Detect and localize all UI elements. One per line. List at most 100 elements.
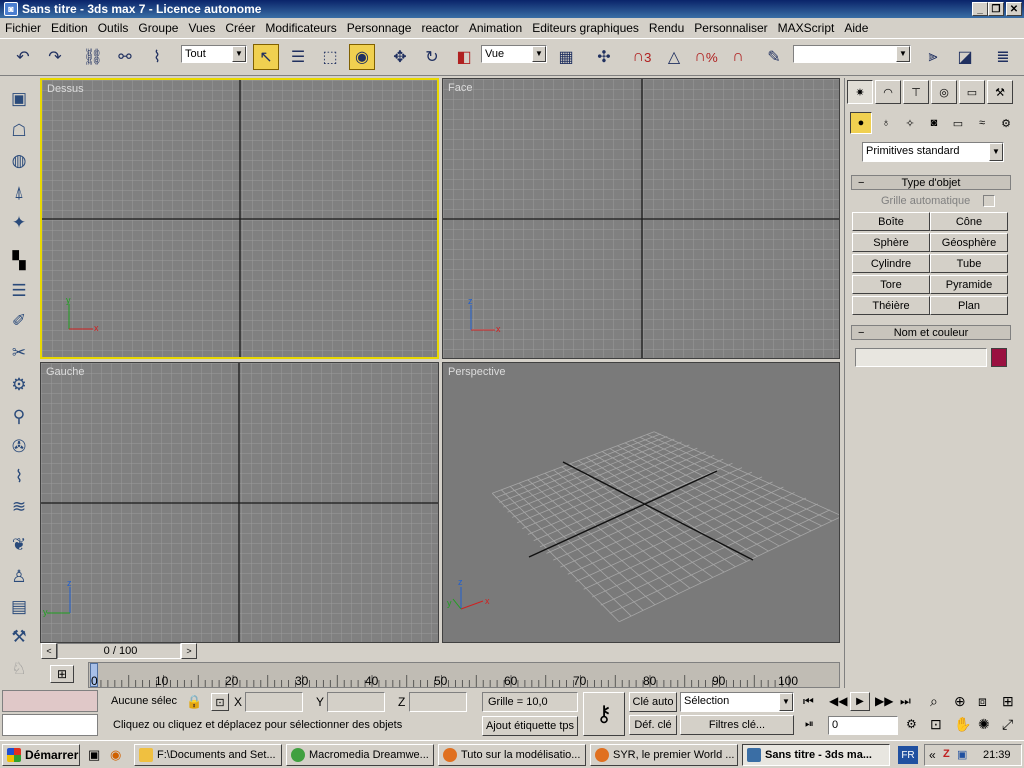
- link-icon[interactable]: ⛓: [80, 44, 106, 70]
- scale-icon[interactable]: ◧: [451, 44, 477, 70]
- menu-aide[interactable]: Aide: [839, 21, 873, 35]
- named-selection-dropdown[interactable]: ▼: [793, 45, 911, 63]
- selection-filter-dropdown[interactable]: Tout ▼: [181, 45, 247, 63]
- show-desktop-icon[interactable]: ▣: [88, 747, 100, 763]
- key-mode-toggle-icon[interactable]: ⏯: [805, 718, 814, 731]
- menu-fichier[interactable]: Fichier: [0, 21, 46, 35]
- cameras-icon[interactable]: ◙: [923, 112, 945, 134]
- viewport-top-label[interactable]: Dessus: [47, 83, 84, 95]
- create-boxes-icon[interactable]: ▣: [6, 86, 32, 112]
- fan-icon[interactable]: ✇: [6, 434, 32, 460]
- unlink-icon[interactable]: ⚯: [112, 44, 138, 70]
- menu-animation[interactable]: Animation: [464, 21, 527, 35]
- align-icon[interactable]: ◪: [952, 44, 978, 70]
- bend-icon[interactable]: ⌇: [6, 464, 32, 490]
- bone-icon[interactable]: ⚒: [6, 624, 32, 650]
- cone-button[interactable]: Cône: [930, 212, 1008, 231]
- menu-vues[interactable]: Vues: [183, 21, 220, 35]
- maxscript-listener-pink[interactable]: [2, 690, 98, 712]
- window-crossing-icon[interactable]: ◉: [349, 44, 375, 70]
- edit-named-selection-icon[interactable]: ✎: [761, 44, 787, 70]
- zonealarm-icon[interactable]: Z: [943, 748, 950, 760]
- select-object-icon[interactable]: ↖: [253, 44, 279, 70]
- autogrid-checkbox[interactable]: [983, 195, 995, 207]
- firefox-quicklaunch-icon[interactable]: ◉: [110, 747, 121, 763]
- time-config-icon[interactable]: ⚙: [906, 717, 917, 731]
- geosphere-button[interactable]: Géosphère: [930, 233, 1008, 252]
- maximize-button[interactable]: ❐: [988, 2, 1004, 16]
- sphere-icon[interactable]: ◍: [6, 148, 32, 174]
- menu-creer[interactable]: Créer: [220, 21, 260, 35]
- panel-icon[interactable]: ▤: [6, 594, 32, 620]
- absolute-mode-icon[interactable]: ⊡: [211, 693, 229, 711]
- star-icon[interactable]: ✦: [6, 210, 32, 236]
- key-filters-button[interactable]: Filtres clé...: [680, 715, 794, 735]
- redo-icon[interactable]: ↷: [42, 44, 68, 70]
- field-of-view-icon[interactable]: ⊡: [930, 716, 942, 733]
- reference-coordinate-dropdown[interactable]: Vue ▼: [481, 45, 547, 63]
- zoom-extents-all-icon[interactable]: ⊞: [1002, 693, 1014, 710]
- go-to-start-icon[interactable]: ⏮: [803, 694, 814, 709]
- utilities-tab-icon[interactable]: ⚒: [987, 80, 1013, 104]
- wrench-icon[interactable]: ✂: [6, 340, 32, 366]
- snap-toggle-icon[interactable]: ∩ 3: [629, 44, 655, 70]
- menu-personnaliser[interactable]: Personnaliser: [689, 21, 772, 35]
- zoom-icon[interactable]: ⌕: [930, 693, 938, 710]
- zoom-extents-icon[interactable]: ⧈: [978, 693, 987, 710]
- key-mode-dropdown[interactable]: Sélection ▼: [680, 692, 794, 712]
- menu-outils[interactable]: Outils: [93, 21, 134, 35]
- task-dreamweaver[interactable]: Macromedia Dreamwe...: [286, 744, 434, 766]
- hierarchy-tab-icon[interactable]: ⊤: [903, 80, 929, 104]
- maxscript-listener-white[interactable]: [2, 714, 98, 736]
- menu-rendu[interactable]: Rendu: [644, 21, 689, 35]
- shirt-icon[interactable]: ☖: [6, 118, 32, 144]
- arc-rotate-icon[interactable]: ✺: [978, 716, 990, 733]
- rotate-icon[interactable]: ↻: [419, 44, 445, 70]
- start-button[interactable]: Démarrer: [2, 744, 80, 766]
- auto-key-button[interactable]: Clé auto: [629, 692, 677, 712]
- menu-maxscript[interactable]: MAXScript: [773, 21, 840, 35]
- task-firefox-tuto[interactable]: Tuto sur la modélisatio...: [438, 744, 586, 766]
- prev-frame-button[interactable]: <: [41, 643, 57, 659]
- tube-button[interactable]: Tube: [930, 254, 1008, 273]
- sphere-button[interactable]: Sphère: [852, 233, 930, 252]
- key-icon[interactable]: ⚷: [583, 692, 625, 736]
- object-type-rollout-header[interactable]: − Type d'objet: [851, 175, 1011, 190]
- move-icon[interactable]: ✥: [387, 44, 413, 70]
- torus-button[interactable]: Tore: [852, 275, 930, 294]
- percent-snap-icon[interactable]: ∩%: [693, 44, 719, 70]
- viewport-front[interactable]: z x Face: [442, 78, 840, 359]
- go-to-end-icon[interactable]: ⏭: [900, 694, 911, 709]
- pencil-icon[interactable]: ✐: [6, 308, 32, 334]
- figure-icon[interactable]: ♘: [6, 656, 32, 682]
- rect-selection-icon[interactable]: ⬚: [317, 44, 343, 70]
- select-by-name-icon[interactable]: ☰: [285, 44, 311, 70]
- box-button[interactable]: Boîte: [852, 212, 930, 231]
- name-color-rollout-header[interactable]: − Nom et couleur: [851, 325, 1011, 340]
- track-view-icon[interactable]: ⊞: [50, 665, 74, 683]
- gear-icon[interactable]: ⚙: [6, 372, 32, 398]
- lock-icon[interactable]: 🔒: [186, 694, 202, 710]
- category-dropdown[interactable]: Primitives standard ▼: [862, 142, 1004, 162]
- object-color-swatch[interactable]: [991, 348, 1007, 367]
- z-coordinate-input[interactable]: [409, 692, 467, 712]
- viewport-perspective[interactable]: z x y Perspective: [442, 362, 840, 643]
- viewport-left-label[interactable]: Gauche: [46, 366, 85, 378]
- helpers-icon[interactable]: ▭: [947, 112, 969, 134]
- spinner-snap-icon[interactable]: ∩: [725, 44, 751, 70]
- add-time-tag-button[interactable]: Ajout étiquette tps: [482, 716, 578, 736]
- bind-spacewarp-icon[interactable]: ⌇: [144, 44, 170, 70]
- plane-button[interactable]: Plan: [930, 296, 1008, 315]
- checker-icon[interactable]: ▚: [6, 248, 32, 274]
- spacewarps-icon[interactable]: ≈: [971, 112, 993, 134]
- pyramid-button[interactable]: Pyramide: [930, 275, 1008, 294]
- cylinder-button[interactable]: Cylindre: [852, 254, 930, 273]
- object-name-input[interactable]: [855, 348, 987, 367]
- weathervane-icon[interactable]: ⚲: [6, 404, 32, 430]
- systems-icon[interactable]: ⚙: [995, 112, 1017, 134]
- y-coordinate-input[interactable]: [327, 692, 385, 712]
- x-coordinate-input[interactable]: [245, 692, 303, 712]
- current-frame-input[interactable]: 0: [828, 716, 898, 735]
- angle-snap-icon[interactable]: △: [661, 44, 687, 70]
- mirror-icon[interactable]: ⫸: [920, 44, 946, 70]
